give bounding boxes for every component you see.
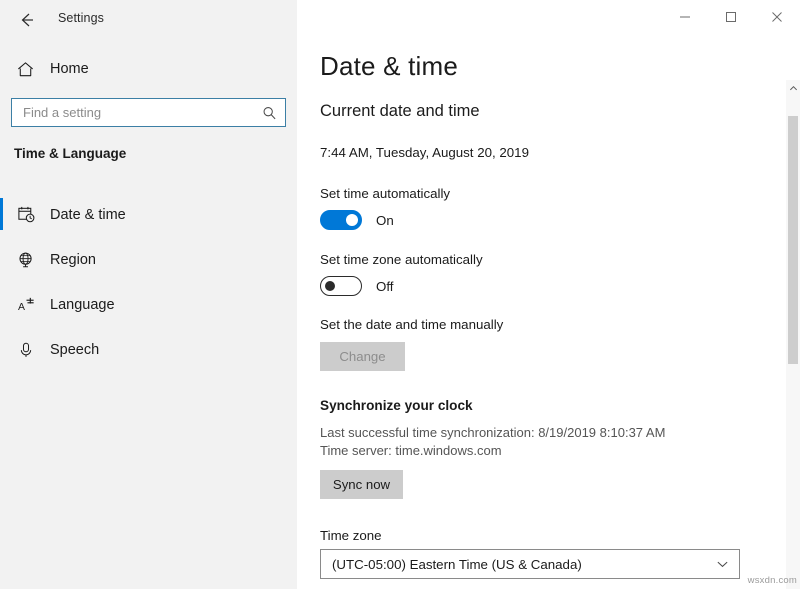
time-server-text: Time server: time.windows.com <box>320 443 502 458</box>
current-datetime-heading: Current date and time <box>320 102 480 120</box>
set-timezone-automatically-row: Off <box>320 276 394 296</box>
chevron-up-icon[interactable] <box>786 80 800 96</box>
selection-accent-bar <box>0 243 3 275</box>
search-icon[interactable] <box>261 104 278 121</box>
window-controls <box>662 0 800 34</box>
minimize-icon[interactable] <box>662 0 708 34</box>
sidebar-item-date-time-label: Date & time <box>50 206 126 223</box>
selection-accent-bar <box>0 198 3 230</box>
search-input[interactable] <box>12 99 260 126</box>
close-icon[interactable] <box>754 0 800 34</box>
sidebar-item-region-label: Region <box>50 251 96 268</box>
scrollbar-track[interactable] <box>786 96 800 589</box>
sidebar-item-home-label: Home <box>50 61 89 77</box>
app-title: Settings <box>58 11 104 25</box>
home-icon <box>14 58 36 80</box>
selection-accent-bar <box>0 333 3 365</box>
set-time-automatically-row: On <box>320 210 394 230</box>
time-zone-selected-value: (UTC-05:00) Eastern Time (US & Canada) <box>332 556 582 572</box>
sidebar-item-speech-label: Speech <box>50 341 100 358</box>
sidebar-item-region[interactable]: Region <box>0 237 297 282</box>
title-bar: Settings <box>0 0 297 40</box>
time-zone-dropdown[interactable]: (UTC-05:00) Eastern Time (US & Canada) <box>320 549 740 579</box>
svg-text:A: A <box>17 302 24 313</box>
synchronize-heading: Synchronize your clock <box>320 398 473 413</box>
set-timezone-automatically-label: Set time zone automatically <box>320 252 483 267</box>
sidebar-item-language-label: Language <box>50 296 115 313</box>
search-box[interactable] <box>11 98 286 127</box>
chevron-down-icon[interactable] <box>716 558 729 571</box>
sidebar-item-speech[interactable]: Speech <box>0 327 297 372</box>
sidebar: Settings Home Time & Language <box>0 0 297 589</box>
sidebar-nav: Date & time Region A Language Speech <box>0 192 297 372</box>
microphone-icon <box>14 338 38 362</box>
change-button[interactable]: Change <box>320 342 405 371</box>
current-datetime-value: 7:44 AM, Tuesday, August 20, 2019 <box>320 145 529 160</box>
toggle-knob <box>325 281 335 291</box>
set-time-automatically-label: Set time automatically <box>320 186 451 201</box>
sidebar-group-title: Time & Language <box>14 146 127 161</box>
set-timezone-automatically-toggle[interactable] <box>320 276 362 296</box>
settings-window: Settings Home Time & Language <box>0 0 800 589</box>
set-time-automatically-toggle[interactable] <box>320 210 362 230</box>
selection-accent-bar <box>0 288 3 320</box>
sync-now-button[interactable]: Sync now <box>320 470 403 499</box>
time-zone-label: Time zone <box>320 528 382 543</box>
sidebar-item-home[interactable]: Home <box>0 54 297 84</box>
globe-icon <box>14 248 38 272</box>
vertical-scrollbar[interactable] <box>786 80 800 589</box>
maximize-icon[interactable] <box>708 0 754 34</box>
calendar-clock-icon <box>14 203 38 227</box>
set-timezone-automatically-state: Off <box>376 278 394 294</box>
language-a-icon: A <box>14 293 38 317</box>
set-manually-label: Set the date and time manually <box>320 317 504 332</box>
scrollbar-thumb[interactable] <box>788 116 798 364</box>
back-arrow-icon[interactable] <box>10 4 44 36</box>
content-pane: Date & time Current date and time 7:44 A… <box>297 0 800 589</box>
set-time-automatically-state: On <box>376 212 394 228</box>
sidebar-item-date-time[interactable]: Date & time <box>0 192 297 237</box>
watermark: wsxdn.com <box>747 575 797 586</box>
sidebar-item-language[interactable]: A Language <box>0 282 297 327</box>
toggle-knob <box>346 214 358 226</box>
page-title: Date & time <box>320 51 459 81</box>
last-sync-text: Last successful time synchronization: 8/… <box>320 425 666 440</box>
